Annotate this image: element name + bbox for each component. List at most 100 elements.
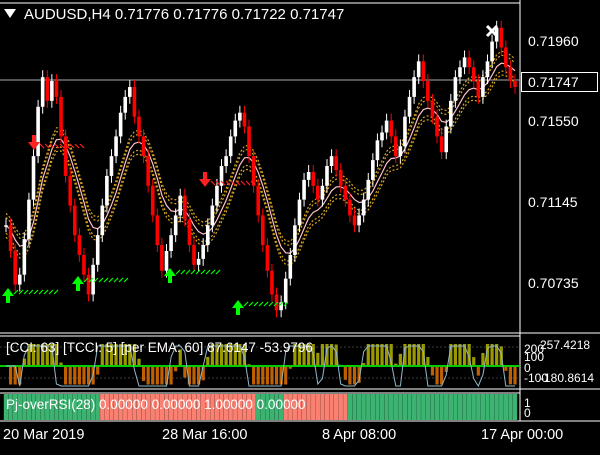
symbol-timeframe: AUDUSD,H4 [24,6,111,23]
ohlc-close: 0.71747 [290,6,345,23]
overrsi-bar [489,394,495,420]
candle-body [169,235,173,251]
overrsi-bar [411,394,417,420]
overrsi-bar [471,394,476,420]
overrsi-bar [361,394,366,420]
candle-body [82,254,86,275]
cci-indicator-label: [CCI: 63] [TCCI: 5] [per EMA: 60] 87.614… [6,340,313,355]
time-axis-label: 8 Apr 08:00 [322,427,397,443]
candle-body [283,278,288,303]
candle-body [40,77,45,107]
chart-canvas[interactable] [0,0,600,450]
candle-body [224,156,228,167]
overrsi-bar [393,394,398,420]
candle-body [260,215,265,246]
cci-bar [270,366,274,385]
overrsi-bar [402,394,408,420]
price-tick: 0.71550 [528,113,579,129]
candle-body [233,120,238,137]
overrsi-bar [407,394,412,420]
chart-window[interactable]: AUDUSD,H4 0.71776 0.71776 0.71722 0.7174… [0,0,600,450]
candle-body [160,245,164,271]
cci-bar [160,366,164,385]
overrsi-bar [320,394,325,420]
overrsi-bar [512,394,518,420]
candle-body [31,156,36,200]
candle-body [449,100,453,127]
candle-body [210,205,215,226]
cci-bar [86,366,91,385]
candle-body [192,245,196,265]
cci-bar [64,366,68,385]
cci-bar [77,366,81,385]
candle-body [490,41,494,62]
candle-body [320,185,325,200]
candle-body [196,258,201,265]
cci-bar [481,352,485,367]
candle-body [306,171,311,180]
candle-body [403,116,407,147]
overrsi-bar [476,394,481,420]
overrsi-bar [324,394,330,420]
overrsi-bar [333,394,339,420]
overrsi-bar [343,394,348,420]
cci-bar [155,366,159,385]
overrsi-bar [480,394,486,420]
overrsi-bar [356,394,362,420]
overrsi-bar [398,394,403,420]
time-axis-label: 28 Mar 16:00 [162,427,248,443]
overrsi-bar [462,394,467,420]
candle-body [357,215,361,226]
cci-bar [352,366,357,385]
candle-body [453,77,458,101]
cci-bar [407,344,412,367]
cci-bar [73,366,77,385]
candle-body [45,77,50,101]
candle-body [412,77,416,97]
candle-body [13,250,17,285]
cci-bar [371,344,375,367]
candle-body [205,225,210,246]
candle-body [393,136,398,157]
candle-body [128,87,132,97]
candle-body [435,116,439,137]
candle-body [17,274,22,285]
candle-body [316,185,320,200]
overrsi-bar [370,394,376,420]
candle-body [27,199,31,240]
candle-body [123,96,128,113]
candle-body [352,215,357,226]
cci-bar [458,344,462,367]
overrsi-bar [444,394,449,420]
candle-body [485,61,490,78]
overrsi-bar [338,394,343,420]
candle-body [242,112,247,127]
cci-bar [375,344,380,367]
overrsi-bar [421,394,426,420]
overrsi-bar [306,394,311,420]
ohlc-low: 0.71722 [231,6,286,23]
overrsi-bar [457,394,463,420]
candle-body [325,166,329,186]
candle-body [444,126,449,153]
cci-bar [146,366,150,385]
candle-body [288,254,293,279]
overrsi-bar [315,394,321,420]
overrsi-bar [434,394,440,420]
chart-menu-icon[interactable] [4,9,16,18]
candle-body [132,87,137,117]
overrsi-bar [425,394,431,420]
candle-body [508,67,513,82]
candle-body [426,81,430,101]
overrsi-bar [347,394,353,420]
overrsi-bar [375,394,380,420]
overrsi-bar [485,394,490,420]
candle-body [215,185,219,206]
candle-body [375,140,380,161]
cci-bar [151,366,155,385]
time-axis-label: 20 Mar 2019 [3,427,85,443]
overrsi-bar [311,394,316,420]
candle-body [50,81,54,101]
candle-body [513,81,517,88]
candle-body [384,120,389,133]
